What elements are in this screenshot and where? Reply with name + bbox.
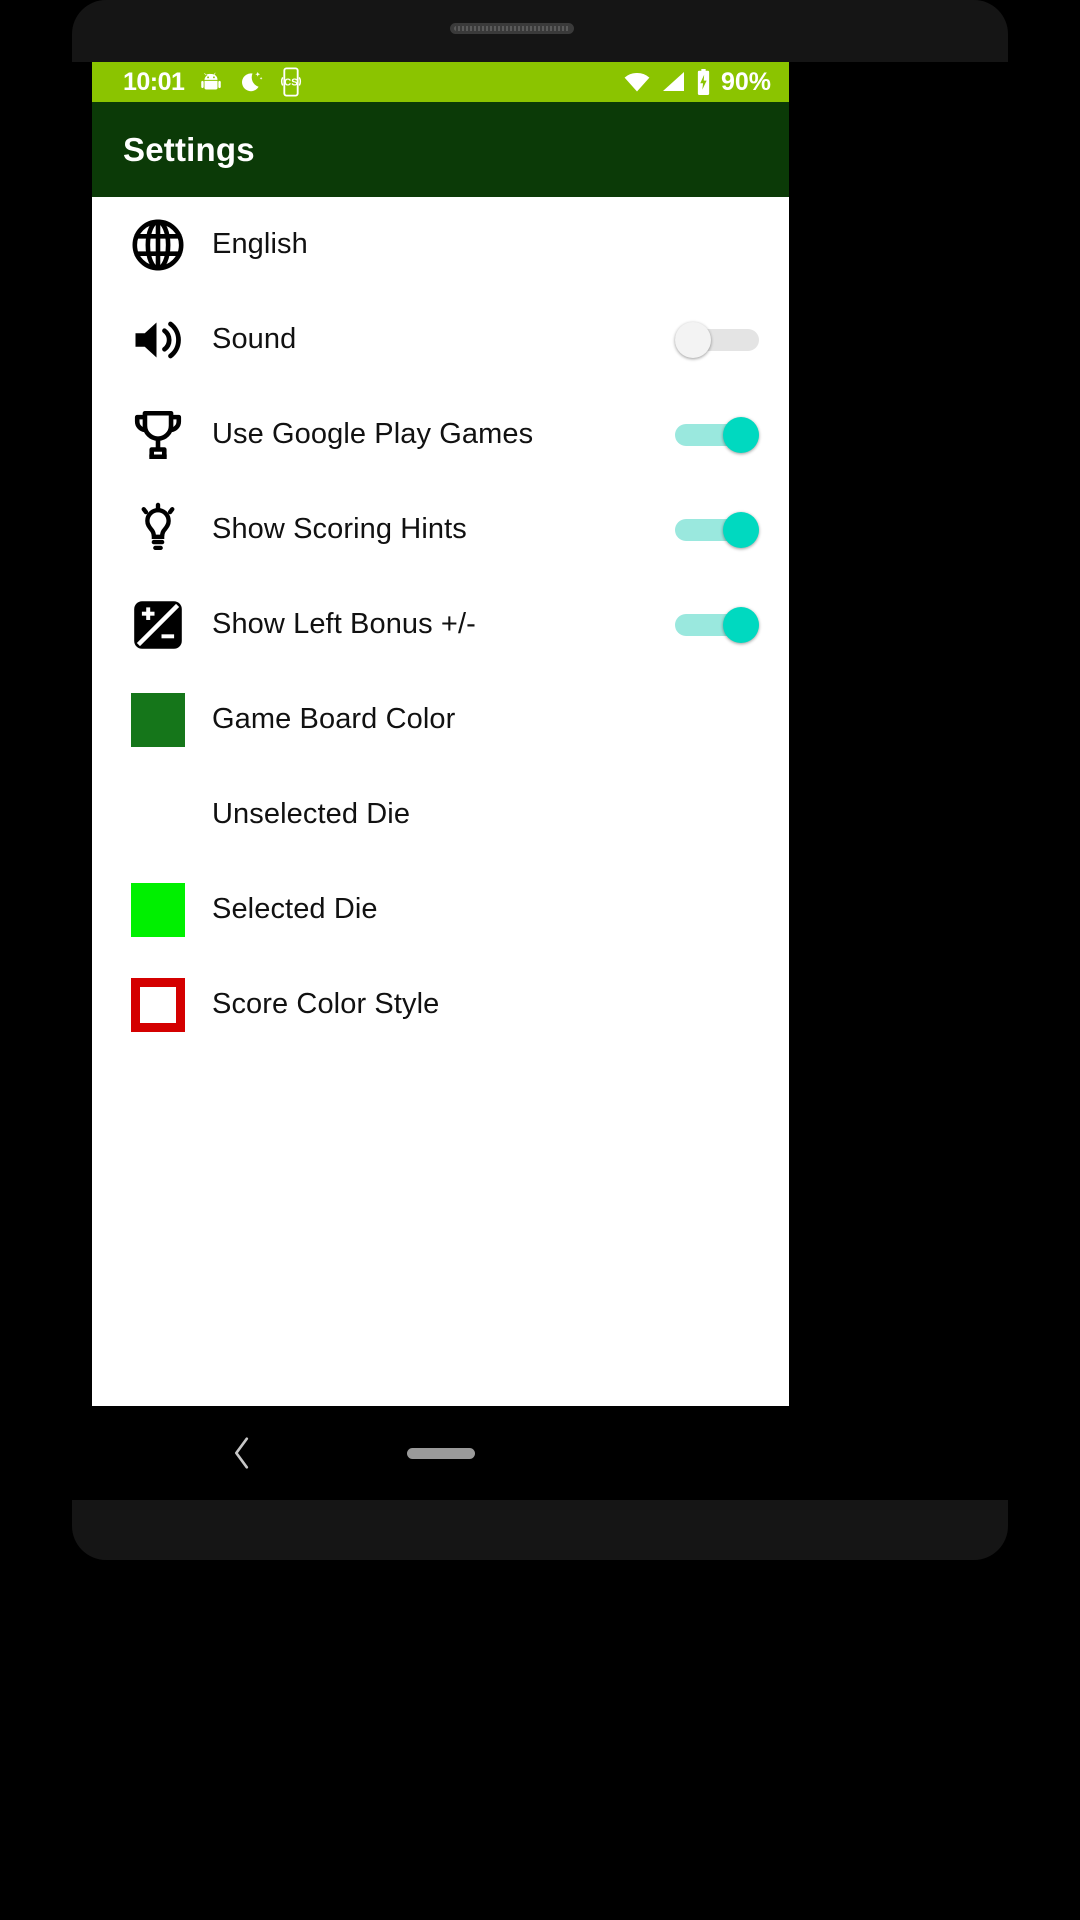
settings-row-label: Show Left Bonus +/-: [212, 608, 476, 640]
toggle-thumb: [723, 416, 759, 453]
settings-row-label: Sound: [212, 323, 297, 355]
phone-screenshot: 10:01 CS 90% Settings English Sound Use …: [0, 0, 1080, 1920]
page-title: Settings: [123, 130, 255, 168]
selected-die-color-swatch-icon[interactable]: [120, 872, 196, 948]
status-bar-left: 10:01 CS: [92, 67, 304, 97]
settings-row-google-play-games[interactable]: Use Google Play Games: [92, 387, 789, 482]
system-navigation-bar: [92, 1406, 789, 1500]
toggle-thumb: [723, 606, 759, 643]
google-play-games-toggle[interactable]: [675, 416, 759, 453]
app-bar: Settings: [92, 102, 789, 197]
settings-row-label: Score Color Style: [212, 988, 440, 1020]
color-swatch: [131, 882, 185, 937]
game-board-color-swatch-icon[interactable]: [120, 682, 196, 758]
phone-top-bezel: [72, 0, 1008, 62]
settings-row-game-board-color[interactable]: Game Board Color: [92, 672, 789, 767]
left-bonus-toggle[interactable]: [675, 606, 759, 643]
svg-text:CS: CS: [285, 77, 299, 88]
settings-row-label: Use Google Play Games: [212, 418, 534, 450]
cell-signal-icon: [660, 71, 686, 93]
settings-row-control: [675, 511, 789, 548]
back-button-icon[interactable]: [227, 1434, 257, 1472]
scoring-hints-toggle[interactable]: [675, 511, 759, 548]
settings-row-control: [675, 321, 789, 358]
settings-row-english[interactable]: English: [92, 197, 789, 292]
settings-row-left-bonus[interactable]: Show Left Bonus +/-: [92, 577, 789, 672]
battery-percent-label: 90%: [720, 67, 771, 96]
toggle-thumb: [723, 511, 759, 548]
bedtime-moon-icon: [238, 69, 264, 95]
settings-row-label: Selected Die: [212, 893, 378, 925]
toggle-thumb: [675, 321, 711, 358]
exposure-icon: [120, 587, 196, 663]
color-swatch: [131, 787, 185, 842]
settings-row-control: [675, 416, 789, 453]
settings-row-control: [675, 606, 789, 643]
status-bar-right: 90%: [623, 69, 789, 95]
speaker-icon: [120, 302, 196, 378]
earpiece-speaker: [450, 23, 574, 34]
wifi-icon: [623, 71, 651, 93]
color-swatch: [131, 692, 185, 747]
lightbulb-icon: [120, 492, 196, 568]
globe-icon: [120, 207, 196, 283]
android-robot-icon: [198, 69, 224, 95]
trophy-icon: [120, 397, 196, 473]
status-bar-clock: 10:01: [123, 67, 185, 96]
settings-row-scoring-hints[interactable]: Show Scoring Hints: [92, 482, 789, 577]
settings-row-label: Unselected Die: [212, 798, 411, 830]
color-outline-swatch: [131, 977, 185, 1032]
settings-row-score-color-style[interactable]: Score Color Style: [92, 957, 789, 1052]
settings-row-sound[interactable]: Sound: [92, 292, 789, 387]
unselected-die-color-swatch-icon[interactable]: [120, 777, 196, 853]
score-color-style-swatch-icon[interactable]: [120, 967, 196, 1043]
settings-row-label: English: [212, 228, 308, 260]
home-gesture-pill[interactable]: [406, 1447, 475, 1459]
settings-row-unselected-die[interactable]: Unselected Die: [92, 767, 789, 862]
phone-bottom-bezel: [72, 1500, 1008, 1560]
status-bar: 10:01 CS 90%: [92, 62, 789, 102]
phone-cs-icon: CS: [278, 67, 304, 97]
settings-row-label: Show Scoring Hints: [212, 513, 467, 545]
settings-row-selected-die[interactable]: Selected Die: [92, 862, 789, 957]
settings-list: English Sound Use Google Play Games Show…: [92, 197, 789, 1406]
battery-icon: [695, 69, 712, 95]
sound-toggle[interactable]: [675, 321, 759, 358]
settings-row-label: Game Board Color: [212, 703, 456, 735]
